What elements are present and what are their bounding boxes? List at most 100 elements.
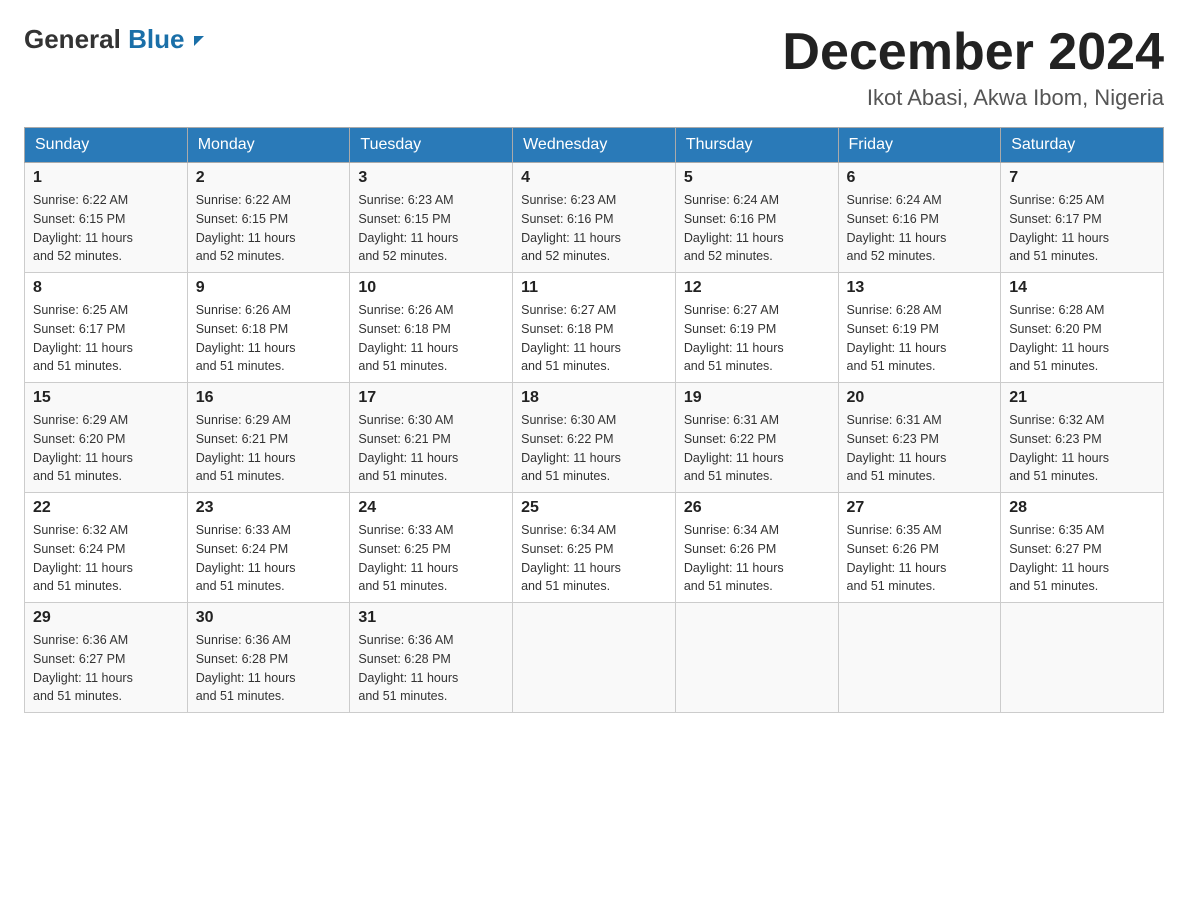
calendar-cell: 4 Sunrise: 6:23 AM Sunset: 6:16 PM Dayli… bbox=[513, 163, 676, 273]
day-info: Sunrise: 6:35 AM Sunset: 6:26 PM Dayligh… bbox=[847, 521, 993, 596]
calendar-cell: 17 Sunrise: 6:30 AM Sunset: 6:21 PM Dayl… bbox=[350, 383, 513, 493]
header-friday: Friday bbox=[838, 128, 1001, 163]
day-number: 29 bbox=[33, 609, 179, 627]
calendar-cell: 10 Sunrise: 6:26 AM Sunset: 6:18 PM Dayl… bbox=[350, 273, 513, 383]
day-info: Sunrise: 6:28 AM Sunset: 6:20 PM Dayligh… bbox=[1009, 301, 1155, 376]
calendar-cell: 29 Sunrise: 6:36 AM Sunset: 6:27 PM Dayl… bbox=[25, 603, 188, 713]
day-number: 3 bbox=[358, 169, 504, 187]
calendar-cell: 19 Sunrise: 6:31 AM Sunset: 6:22 PM Dayl… bbox=[675, 383, 838, 493]
day-number: 25 bbox=[521, 499, 667, 517]
day-number: 30 bbox=[196, 609, 342, 627]
day-number: 17 bbox=[358, 389, 504, 407]
day-info: Sunrise: 6:31 AM Sunset: 6:23 PM Dayligh… bbox=[847, 411, 993, 486]
logo-arrow-icon bbox=[194, 36, 214, 46]
calendar-cell bbox=[838, 603, 1001, 713]
calendar-body: 1 Sunrise: 6:22 AM Sunset: 6:15 PM Dayli… bbox=[25, 163, 1164, 713]
day-info: Sunrise: 6:32 AM Sunset: 6:24 PM Dayligh… bbox=[33, 521, 179, 596]
calendar-cell: 18 Sunrise: 6:30 AM Sunset: 6:22 PM Dayl… bbox=[513, 383, 676, 493]
logo-blue-text: Blue bbox=[121, 24, 214, 54]
calendar-cell: 14 Sunrise: 6:28 AM Sunset: 6:20 PM Dayl… bbox=[1001, 273, 1164, 383]
day-info: Sunrise: 6:29 AM Sunset: 6:21 PM Dayligh… bbox=[196, 411, 342, 486]
header-wednesday: Wednesday bbox=[513, 128, 676, 163]
day-info: Sunrise: 6:36 AM Sunset: 6:28 PM Dayligh… bbox=[196, 631, 342, 706]
calendar-cell: 8 Sunrise: 6:25 AM Sunset: 6:17 PM Dayli… bbox=[25, 273, 188, 383]
day-number: 27 bbox=[847, 499, 993, 517]
day-info: Sunrise: 6:25 AM Sunset: 6:17 PM Dayligh… bbox=[1009, 191, 1155, 266]
day-number: 19 bbox=[684, 389, 830, 407]
calendar-cell: 22 Sunrise: 6:32 AM Sunset: 6:24 PM Dayl… bbox=[25, 493, 188, 603]
day-number: 13 bbox=[847, 279, 993, 297]
calendar-cell: 27 Sunrise: 6:35 AM Sunset: 6:26 PM Dayl… bbox=[838, 493, 1001, 603]
day-number: 22 bbox=[33, 499, 179, 517]
day-info: Sunrise: 6:23 AM Sunset: 6:16 PM Dayligh… bbox=[521, 191, 667, 266]
calendar-cell: 13 Sunrise: 6:28 AM Sunset: 6:19 PM Dayl… bbox=[838, 273, 1001, 383]
day-info: Sunrise: 6:34 AM Sunset: 6:26 PM Dayligh… bbox=[684, 521, 830, 596]
day-info: Sunrise: 6:33 AM Sunset: 6:25 PM Dayligh… bbox=[358, 521, 504, 596]
logo-block: General Blue bbox=[24, 24, 214, 55]
week-row-1: 1 Sunrise: 6:22 AM Sunset: 6:15 PM Dayli… bbox=[25, 163, 1164, 273]
day-number: 9 bbox=[196, 279, 342, 297]
calendar-cell: 30 Sunrise: 6:36 AM Sunset: 6:28 PM Dayl… bbox=[187, 603, 350, 713]
title-block: December 2024 Ikot Abasi, Akwa Ibom, Nig… bbox=[782, 24, 1164, 111]
day-number: 7 bbox=[1009, 169, 1155, 187]
week-row-3: 15 Sunrise: 6:29 AM Sunset: 6:20 PM Dayl… bbox=[25, 383, 1164, 493]
day-info: Sunrise: 6:25 AM Sunset: 6:17 PM Dayligh… bbox=[33, 301, 179, 376]
day-number: 20 bbox=[847, 389, 993, 407]
calendar-cell: 2 Sunrise: 6:22 AM Sunset: 6:15 PM Dayli… bbox=[187, 163, 350, 273]
calendar-cell: 15 Sunrise: 6:29 AM Sunset: 6:20 PM Dayl… bbox=[25, 383, 188, 493]
month-title: December 2024 bbox=[782, 24, 1164, 81]
day-info: Sunrise: 6:22 AM Sunset: 6:15 PM Dayligh… bbox=[196, 191, 342, 266]
day-info: Sunrise: 6:33 AM Sunset: 6:24 PM Dayligh… bbox=[196, 521, 342, 596]
calendar-cell: 26 Sunrise: 6:34 AM Sunset: 6:26 PM Dayl… bbox=[675, 493, 838, 603]
day-info: Sunrise: 6:36 AM Sunset: 6:27 PM Dayligh… bbox=[33, 631, 179, 706]
page-header: General Blue December 2024 Ikot Abasi, A… bbox=[24, 24, 1164, 111]
logo: General Blue bbox=[24, 24, 214, 55]
header-tuesday: Tuesday bbox=[350, 128, 513, 163]
day-number: 24 bbox=[358, 499, 504, 517]
day-info: Sunrise: 6:27 AM Sunset: 6:18 PM Dayligh… bbox=[521, 301, 667, 376]
header-saturday: Saturday bbox=[1001, 128, 1164, 163]
day-info: Sunrise: 6:24 AM Sunset: 6:16 PM Dayligh… bbox=[847, 191, 993, 266]
day-number: 2 bbox=[196, 169, 342, 187]
calendar-cell: 6 Sunrise: 6:24 AM Sunset: 6:16 PM Dayli… bbox=[838, 163, 1001, 273]
day-number: 21 bbox=[1009, 389, 1155, 407]
calendar-cell: 16 Sunrise: 6:29 AM Sunset: 6:21 PM Dayl… bbox=[187, 383, 350, 493]
week-row-2: 8 Sunrise: 6:25 AM Sunset: 6:17 PM Dayli… bbox=[25, 273, 1164, 383]
day-info: Sunrise: 6:24 AM Sunset: 6:16 PM Dayligh… bbox=[684, 191, 830, 266]
calendar-cell: 28 Sunrise: 6:35 AM Sunset: 6:27 PM Dayl… bbox=[1001, 493, 1164, 603]
day-info: Sunrise: 6:23 AM Sunset: 6:15 PM Dayligh… bbox=[358, 191, 504, 266]
day-number: 8 bbox=[33, 279, 179, 297]
header-thursday: Thursday bbox=[675, 128, 838, 163]
day-number: 5 bbox=[684, 169, 830, 187]
calendar-header: SundayMondayTuesdayWednesdayThursdayFrid… bbox=[25, 128, 1164, 163]
calendar-cell: 7 Sunrise: 6:25 AM Sunset: 6:17 PM Dayli… bbox=[1001, 163, 1164, 273]
calendar-cell: 20 Sunrise: 6:31 AM Sunset: 6:23 PM Dayl… bbox=[838, 383, 1001, 493]
header-monday: Monday bbox=[187, 128, 350, 163]
calendar-table: SundayMondayTuesdayWednesdayThursdayFrid… bbox=[24, 127, 1164, 713]
logo-blue-label: Blue bbox=[128, 24, 184, 54]
calendar-cell: 31 Sunrise: 6:36 AM Sunset: 6:28 PM Dayl… bbox=[350, 603, 513, 713]
day-info: Sunrise: 6:22 AM Sunset: 6:15 PM Dayligh… bbox=[33, 191, 179, 266]
calendar-cell: 21 Sunrise: 6:32 AM Sunset: 6:23 PM Dayl… bbox=[1001, 383, 1164, 493]
day-number: 28 bbox=[1009, 499, 1155, 517]
calendar-cell: 12 Sunrise: 6:27 AM Sunset: 6:19 PM Dayl… bbox=[675, 273, 838, 383]
day-number: 14 bbox=[1009, 279, 1155, 297]
day-number: 12 bbox=[684, 279, 830, 297]
day-info: Sunrise: 6:31 AM Sunset: 6:22 PM Dayligh… bbox=[684, 411, 830, 486]
calendar-cell: 11 Sunrise: 6:27 AM Sunset: 6:18 PM Dayl… bbox=[513, 273, 676, 383]
calendar-cell: 25 Sunrise: 6:34 AM Sunset: 6:25 PM Dayl… bbox=[513, 493, 676, 603]
day-info: Sunrise: 6:34 AM Sunset: 6:25 PM Dayligh… bbox=[521, 521, 667, 596]
day-info: Sunrise: 6:29 AM Sunset: 6:20 PM Dayligh… bbox=[33, 411, 179, 486]
week-row-5: 29 Sunrise: 6:36 AM Sunset: 6:27 PM Dayl… bbox=[25, 603, 1164, 713]
day-number: 1 bbox=[33, 169, 179, 187]
day-number: 26 bbox=[684, 499, 830, 517]
header-sunday: Sunday bbox=[25, 128, 188, 163]
day-number: 31 bbox=[358, 609, 504, 627]
day-info: Sunrise: 6:26 AM Sunset: 6:18 PM Dayligh… bbox=[196, 301, 342, 376]
day-number: 6 bbox=[847, 169, 993, 187]
location-title: Ikot Abasi, Akwa Ibom, Nigeria bbox=[782, 85, 1164, 111]
calendar-cell: 5 Sunrise: 6:24 AM Sunset: 6:16 PM Dayli… bbox=[675, 163, 838, 273]
header-row: SundayMondayTuesdayWednesdayThursdayFrid… bbox=[25, 128, 1164, 163]
day-number: 10 bbox=[358, 279, 504, 297]
calendar-cell: 9 Sunrise: 6:26 AM Sunset: 6:18 PM Dayli… bbox=[187, 273, 350, 383]
